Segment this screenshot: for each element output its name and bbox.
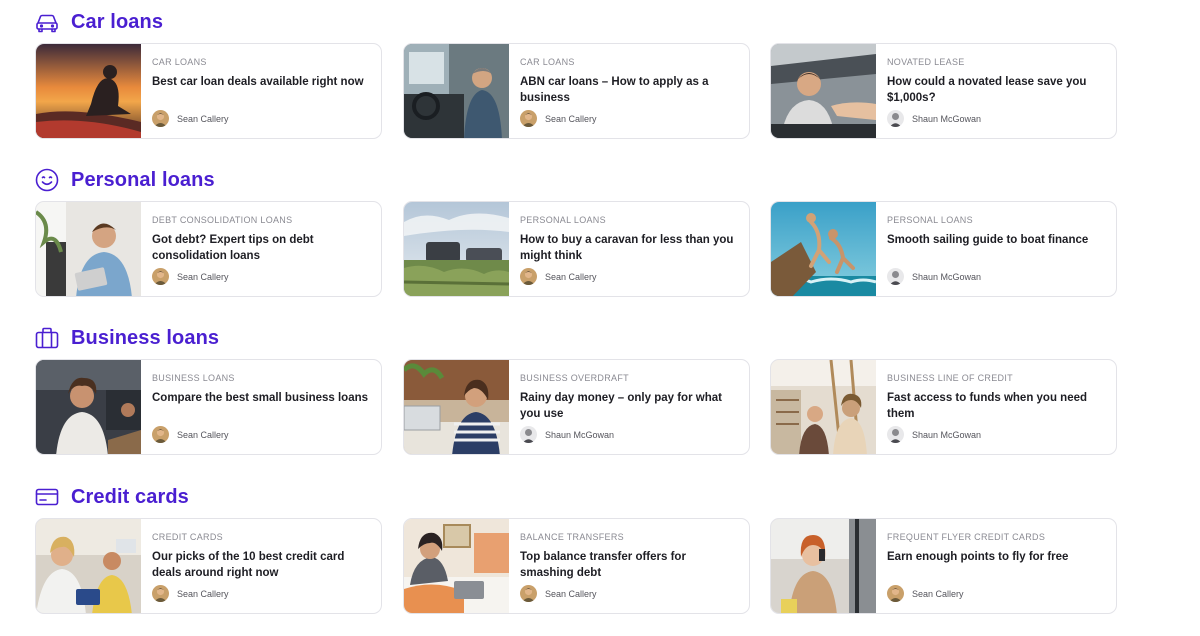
article-card[interactable]: PERSONAL LOANS Smooth sailing guide to b… [770,201,1117,297]
avatar [152,110,169,127]
article-card[interactable]: PERSONAL LOANS How to buy a caravan for … [403,201,750,297]
man-with-tablet-photo[interactable] [36,202,141,296]
article-card[interactable]: FREQUENT FLYER CREDIT CARDS Earn enough … [770,518,1117,614]
avatar [887,426,904,443]
author-name: Sean Callery [545,588,597,599]
avatar [520,426,537,443]
article-category: BUSINESS LINE OF CREDIT [887,373,1013,383]
credit-card-icon [34,484,60,510]
avatar [887,110,904,127]
article-author: Sean Callery [887,585,964,602]
avatar [520,268,537,285]
article-author: Shaun McGowan [887,110,981,127]
article-category: NOVATED LEASE [887,57,965,67]
section-header: Personal loans [34,166,215,194]
article-author: Sean Callery [152,426,229,443]
article-title[interactable]: Our picks of the 10 best credit card dea… [152,549,374,581]
article-title[interactable]: Smooth sailing guide to boat finance [887,232,1109,264]
author-name: Sean Callery [912,588,964,599]
man-in-van-photo[interactable] [404,44,509,138]
author-name: Sean Callery [177,588,229,599]
article-author: Shaun McGowan [887,268,981,285]
article-category: CAR LOANS [152,57,207,67]
article-category: DEBT CONSOLIDATION LOANS [152,215,293,225]
author-name: Shaun McGowan [545,429,615,440]
article-card[interactable]: CREDIT CARDS Our picks of the 10 best cr… [35,518,382,614]
author-name: Sean Callery [177,429,229,440]
article-card[interactable]: BUSINESS LOANS Compare the best small bu… [35,359,382,455]
car-icon [34,9,60,35]
article-category: BALANCE TRANSFERS [520,532,624,542]
article-card[interactable]: BUSINESS OVERDRAFT Rainy day money – onl… [403,359,750,455]
avatar [520,110,537,127]
article-title[interactable]: Fast access to funds when you need them [887,390,1109,422]
smiley-icon [34,167,60,193]
friends-paying-photo[interactable] [36,519,141,613]
author-name: Shaun McGowan [912,271,982,282]
articles-page: Car loans CAR LOANS Best car loan deals … [0,0,1200,636]
article-title[interactable]: ABN car loans – How to apply as a busine… [520,74,742,106]
man-receiving-keys-photo[interactable] [771,44,876,138]
author-name: Sean Callery [545,271,597,282]
avatar [152,268,169,285]
article-title[interactable]: Earn enough points to fly for free [887,549,1109,581]
article-category: PERSONAL LOANS [520,215,606,225]
article-author: Sean Callery [520,268,597,285]
article-title[interactable]: How to buy a caravan for less than you m… [520,232,742,264]
article-category: FREQUENT FLYER CREDIT CARDS [887,532,1046,542]
article-card[interactable]: DEBT CONSOLIDATION LOANS Got debt? Exper… [35,201,382,297]
avatar [887,268,904,285]
woman-airport-phone-photo[interactable] [771,519,876,613]
article-author: Sean Callery [152,110,229,127]
author-name: Sean Callery [177,113,229,124]
article-author: Sean Callery [520,585,597,602]
article-category: CAR LOANS [520,57,575,67]
article-category: CREDIT CARDS [152,532,223,542]
article-card[interactable]: CAR LOANS Best car loan deals available … [35,43,382,139]
article-card[interactable]: NOVATED LEASE How could a novated lease … [770,43,1117,139]
woman-on-laptop-bed-photo[interactable] [404,519,509,613]
section-header: Car loans [34,8,163,36]
article-category: BUSINESS LOANS [152,373,235,383]
section-title[interactable]: Credit cards [71,486,189,509]
article-author: Sean Callery [152,585,229,602]
author-name: Sean Callery [177,271,229,282]
shop-interior-photo[interactable] [771,360,876,454]
author-name: Shaun McGowan [912,113,982,124]
article-category: BUSINESS OVERDRAFT [520,373,629,383]
article-title[interactable]: Got debt? Expert tips on debt consolidat… [152,232,374,264]
article-category: PERSONAL LOANS [887,215,973,225]
article-title[interactable]: How could a novated lease save you $1,00… [887,74,1109,106]
section-header: Business loans [34,324,219,352]
avatar [887,585,904,602]
avatar [152,426,169,443]
article-card[interactable]: CAR LOANS ABN car loans – How to apply a… [403,43,750,139]
article-author: Sean Callery [520,110,597,127]
article-author: Shaun McGowan [887,426,981,443]
article-title[interactable]: Best car loan deals available right now [152,74,374,106]
section-header: Credit cards [34,483,189,511]
author-name: Sean Callery [545,113,597,124]
sunset-car-roof-photo[interactable] [36,44,141,138]
article-title[interactable]: Rainy day money – only pay for what you … [520,390,742,422]
avatar [152,585,169,602]
article-card[interactable]: BUSINESS LINE OF CREDIT Fast access to f… [770,359,1117,455]
section-title[interactable]: Business loans [71,327,219,350]
article-author: Sean Callery [152,268,229,285]
boat-jump-photo[interactable] [771,202,876,296]
author-name: Shaun McGowan [912,429,982,440]
caravan-field-photo[interactable] [404,202,509,296]
section-title[interactable]: Car loans [71,11,163,34]
cafe-owner-photo[interactable] [36,360,141,454]
article-author: Shaun McGowan [520,426,614,443]
woman-at-laptop-photo[interactable] [404,360,509,454]
article-card[interactable]: BALANCE TRANSFERS Top balance transfer o… [403,518,750,614]
briefcase-icon [34,325,60,351]
avatar [520,585,537,602]
article-title[interactable]: Top balance transfer offers for smashing… [520,549,742,581]
section-title[interactable]: Personal loans [71,169,215,192]
article-title[interactable]: Compare the best small business loans [152,390,374,422]
